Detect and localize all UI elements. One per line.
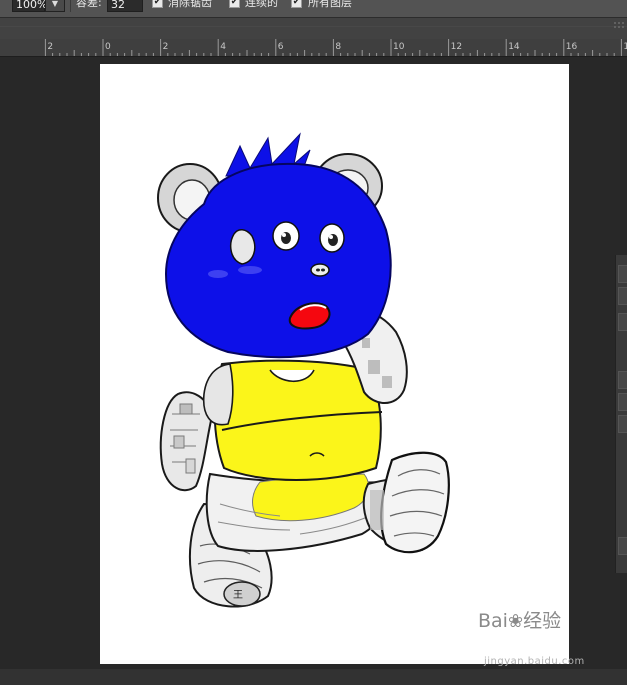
ruler-label: 18 (623, 42, 627, 52)
tolerance-input[interactable]: 32 (107, 0, 143, 12)
zoom-dropdown-button[interactable]: ▼ (45, 0, 65, 12)
zoom-field[interactable]: 100% (12, 0, 47, 12)
paw-icon: ❀ (507, 611, 524, 632)
tolerance-label: 容差: (76, 0, 102, 9)
watermark-brand-suffix: 经验 (523, 610, 562, 632)
panel-button[interactable] (618, 537, 627, 555)
ruler-label: 2 (163, 42, 169, 52)
ruler-scale: 2 0 2 4 6 8 10 12 14 16 18 (44, 39, 627, 56)
panel-button[interactable] (618, 415, 627, 433)
anti-alias-label: 消除锯齿 (168, 0, 212, 9)
panel-button[interactable] (618, 287, 627, 305)
collapsed-panel (615, 255, 627, 573)
ruler-label: 8 (335, 42, 341, 52)
ruler-label: 2 (47, 42, 53, 52)
panel-grip (0, 22, 627, 28)
anti-alias-checkbox[interactable]: ✔ (152, 0, 163, 8)
svg-text:王: 王 (233, 590, 243, 601)
panel-button[interactable] (618, 371, 627, 389)
watermark-logo: Bai❀经验 (478, 606, 561, 633)
ruler-label: 0 (105, 42, 111, 52)
divider (70, 0, 71, 12)
contiguous-label: 连续的 (245, 0, 278, 9)
all-layers-label: 所有图层 (308, 0, 352, 9)
right-shoe (380, 451, 450, 554)
watermark-url: jingyan.baidu.com (484, 656, 585, 667)
left-eye-socket (229, 229, 256, 265)
bear-image: 王 (157, 132, 450, 608)
ruler-label: 4 (220, 42, 226, 52)
panel-button[interactable] (618, 393, 627, 411)
options-bar: 100% ▼ 容差: 32 ✔ 消除锯齿 ✔ 连续的 ✔ 所有图层 (0, 0, 627, 18)
contiguous-checkbox[interactable]: ✔ (229, 0, 240, 8)
watermark-brand: Bai (478, 610, 508, 632)
workspace: 王 (0, 57, 627, 669)
ruler-label: 6 (278, 42, 284, 52)
panel-button[interactable] (618, 313, 627, 331)
horizontal-ruler[interactable]: 2 0 2 4 6 8 10 12 14 16 18 (0, 39, 627, 57)
ruler-label: 12 (451, 42, 462, 52)
document-canvas[interactable]: 王 (100, 64, 569, 664)
shoulder (202, 363, 234, 426)
panel-button[interactable] (618, 265, 627, 283)
document-tab-strip (0, 18, 627, 39)
ruler-label: 10 (393, 42, 405, 52)
all-layers-checkbox[interactable]: ✔ (291, 0, 302, 8)
ruler-label: 16 (566, 42, 578, 52)
ruler-label: 14 (508, 42, 520, 52)
status-bar (0, 669, 627, 685)
chevron-down-icon: ▼ (51, 0, 59, 8)
